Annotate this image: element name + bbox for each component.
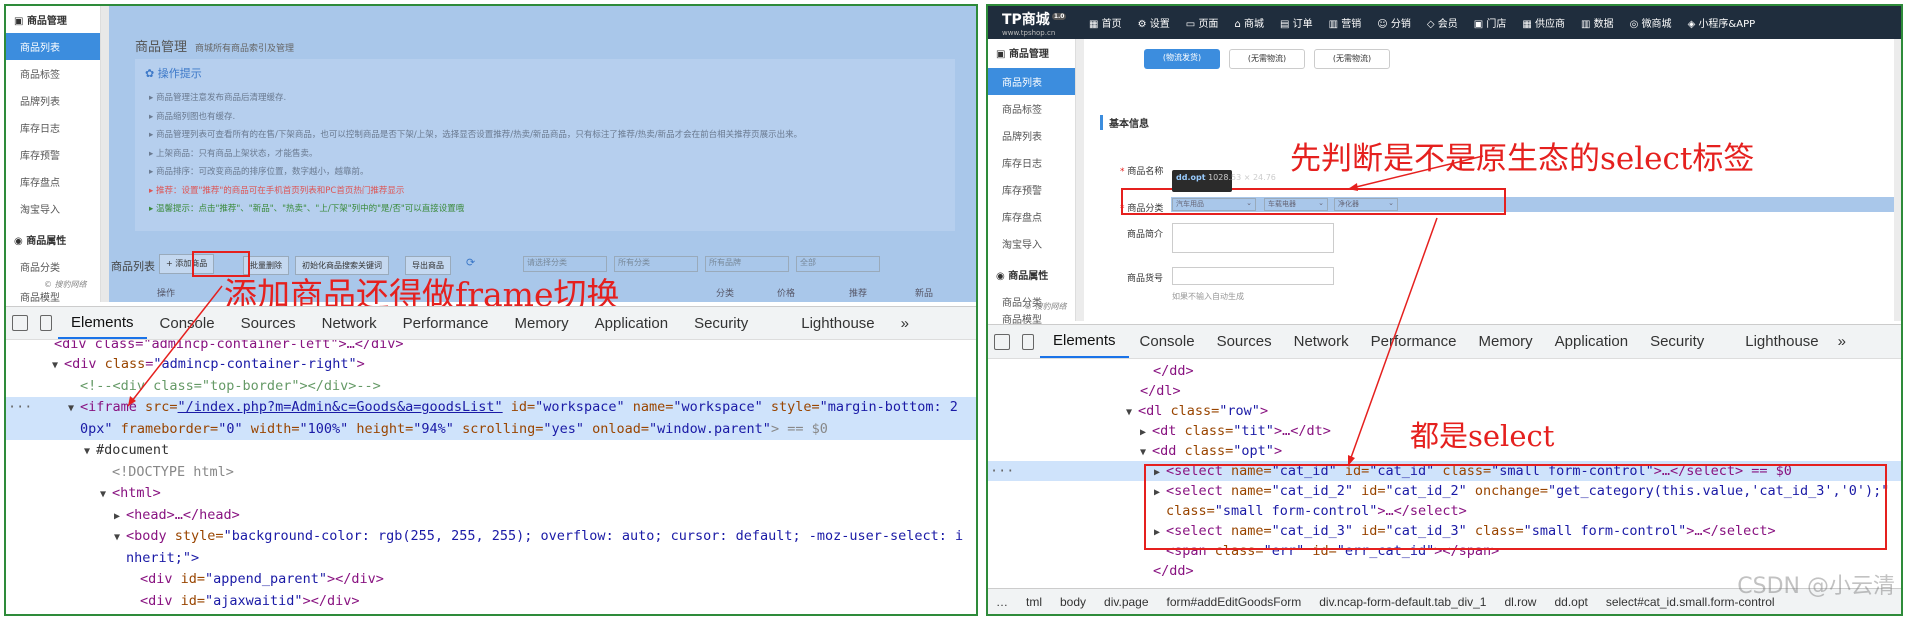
annotation-arrows-right xyxy=(1347,155,1484,467)
annotation-arrow-left xyxy=(127,285,223,407)
right-screenshot-panel: TP商城 1.0 www.tpshop.cn ▦ 首页 ⚙ 设置 ▭ 页面 ⌂ 商… xyxy=(986,4,1903,616)
left-screenshot-panel: ▣ 商品管理 商品列表 商品标签 品牌列表 库存日志 库存预警 库存盘点 淘宝导… xyxy=(4,4,978,616)
inspect-tooltip: dd.opt 1028.53 × 24.76 xyxy=(1172,170,1276,192)
